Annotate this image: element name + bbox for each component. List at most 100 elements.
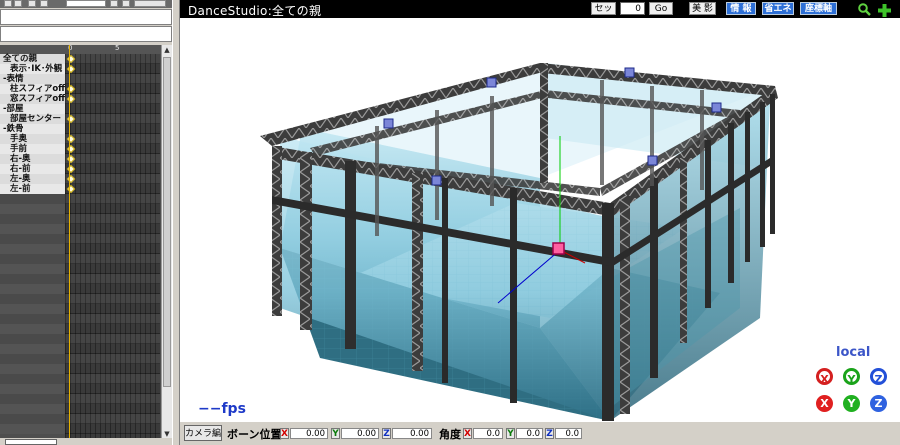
camera-edit-button[interactable]: カメラ編	[184, 425, 222, 441]
frame-step-button[interactable]	[110, 0, 118, 7]
go-button[interactable]: Go	[649, 2, 673, 15]
first-frame-button[interactable]	[4, 0, 12, 7]
empty-row	[0, 234, 65, 244]
empty-row	[0, 354, 65, 364]
play-button[interactable]	[122, 0, 130, 7]
bone-row[interactable]: 部屋センター	[0, 114, 65, 124]
bone-label: -鉄骨	[3, 124, 24, 134]
current-frame-line[interactable]	[69, 45, 70, 440]
bone-row[interactable]: 手奥	[0, 134, 65, 144]
bone-row[interactable]: 左-前	[0, 184, 65, 194]
timeline-mode-button[interactable]	[134, 0, 166, 7]
bone-row[interactable]: 表示･IK･外観	[0, 64, 65, 74]
viewport-title: DanceStudio:全ての親	[188, 4, 322, 18]
empty-row	[0, 394, 65, 404]
grid-row	[65, 134, 160, 144]
ang-y-field[interactable]: 0.0	[516, 428, 543, 439]
empty-row	[0, 204, 65, 214]
scroll-up-icon[interactable]: ▲	[163, 46, 171, 55]
grid-row	[65, 114, 160, 124]
timeline-panel: 全ての親 表示･IK･外観 -表情 柱スフィアoff 窓スフィアoff -部屋 部屋センター…	[0, 45, 172, 440]
bone-row[interactable]: 窓スフィアoff	[0, 94, 65, 104]
bone-row[interactable]: -鉄骨	[0, 124, 65, 134]
grid-row	[65, 414, 160, 424]
local-mode-toggle[interactable]: local	[836, 345, 870, 360]
ang-z-field[interactable]: 0.0	[555, 428, 582, 439]
bone-label: 部屋センター	[10, 114, 62, 124]
pos-y-field[interactable]: 0.00	[341, 428, 379, 439]
panel-splitter[interactable]	[172, 0, 180, 445]
rotate-x-icon[interactable]: X	[816, 368, 833, 386]
zoom-icon[interactable]	[858, 3, 871, 16]
angle-label: 角度	[439, 428, 461, 441]
bone-label: 左-前	[10, 184, 31, 194]
bone-row[interactable]: 全ての親	[0, 54, 65, 64]
grid-row	[65, 254, 160, 264]
scroll-thumb[interactable]	[163, 57, 171, 387]
prev-frame-button[interactable]	[14, 0, 22, 7]
grid-row	[65, 294, 160, 304]
ang-x-label: X	[463, 428, 472, 439]
empty-row	[0, 364, 65, 374]
grid-row	[65, 214, 160, 224]
bone-name-field[interactable]	[0, 26, 172, 42]
bone-label: 右-奥	[10, 154, 31, 164]
bone-row[interactable]: 柱スフィアoff	[0, 84, 65, 94]
empty-row	[0, 254, 65, 264]
empty-row	[0, 314, 65, 324]
bone-row[interactable]: -部屋	[0, 104, 65, 114]
bone-label: 右-前	[10, 164, 31, 174]
beauty-shadow-button[interactable]: 美 影	[689, 2, 716, 15]
next-frame-button[interactable]	[28, 0, 36, 7]
empty-row	[0, 404, 65, 414]
ang-y-label: Y	[506, 428, 515, 439]
pos-x-label: X	[280, 428, 289, 439]
frame-number: 5	[115, 44, 120, 52]
timeline-toolbar	[0, 0, 172, 8]
move-x-icon[interactable]: X	[816, 395, 833, 412]
energy-save-button[interactable]: 省エネ	[762, 2, 794, 15]
frame-input[interactable]	[66, 0, 106, 7]
left-bottom-bar	[0, 438, 172, 445]
3d-viewport[interactable]	[180, 18, 900, 421]
rotate-z-icon[interactable]: Z	[870, 368, 887, 386]
pos-z-field[interactable]: 0.00	[392, 428, 432, 439]
add-icon[interactable]	[877, 3, 892, 18]
bone-label: 窓スフィアoff	[10, 94, 66, 104]
bone-row[interactable]: 手前	[0, 144, 65, 154]
grid-row	[65, 174, 160, 184]
dance-studio-model	[260, 63, 778, 421]
move-y-icon[interactable]: Y	[843, 395, 860, 412]
info-button[interactable]: 情 報	[726, 2, 756, 15]
bone-label: 手前	[10, 144, 28, 154]
set-button[interactable]: セット	[591, 2, 616, 27]
pos-y-label: Y	[331, 428, 340, 439]
keyframe-grid[interactable]	[65, 54, 160, 439]
last-frame-button[interactable]	[40, 0, 48, 7]
empty-row	[0, 274, 65, 284]
bone-label: 左-奥	[10, 174, 31, 184]
bone-position-label: ボーン位置	[227, 428, 282, 441]
panel-tab[interactable]	[5, 439, 57, 445]
bone-label: 表示･IK･外観	[10, 64, 63, 74]
ang-x-field[interactable]: 0.0	[473, 428, 503, 439]
bone-row[interactable]: 左-奥	[0, 174, 65, 184]
timeline-header	[0, 45, 172, 54]
rotate-y-icon[interactable]: Y	[843, 368, 860, 386]
grid-row	[65, 374, 160, 384]
bone-row[interactable]: -表情	[0, 74, 65, 84]
pos-z-label: Z	[382, 428, 391, 439]
move-z-icon[interactable]: Z	[870, 395, 887, 412]
empty-row	[0, 334, 65, 344]
timeline-scrollbar[interactable]: ▲ ▼	[161, 45, 172, 440]
grid-row	[65, 274, 160, 284]
pos-x-field[interactable]: 0.00	[290, 428, 328, 439]
coordinate-axis-button[interactable]: 座標軸	[800, 2, 837, 15]
empty-row	[0, 214, 65, 224]
bone-row[interactable]: 右-奥	[0, 154, 65, 164]
model-name-field[interactable]	[0, 9, 172, 25]
empty-row	[0, 374, 65, 384]
frame-number-input[interactable]: 0	[620, 2, 645, 15]
grid-row	[65, 74, 160, 84]
bone-row[interactable]: 右-前	[0, 164, 65, 174]
